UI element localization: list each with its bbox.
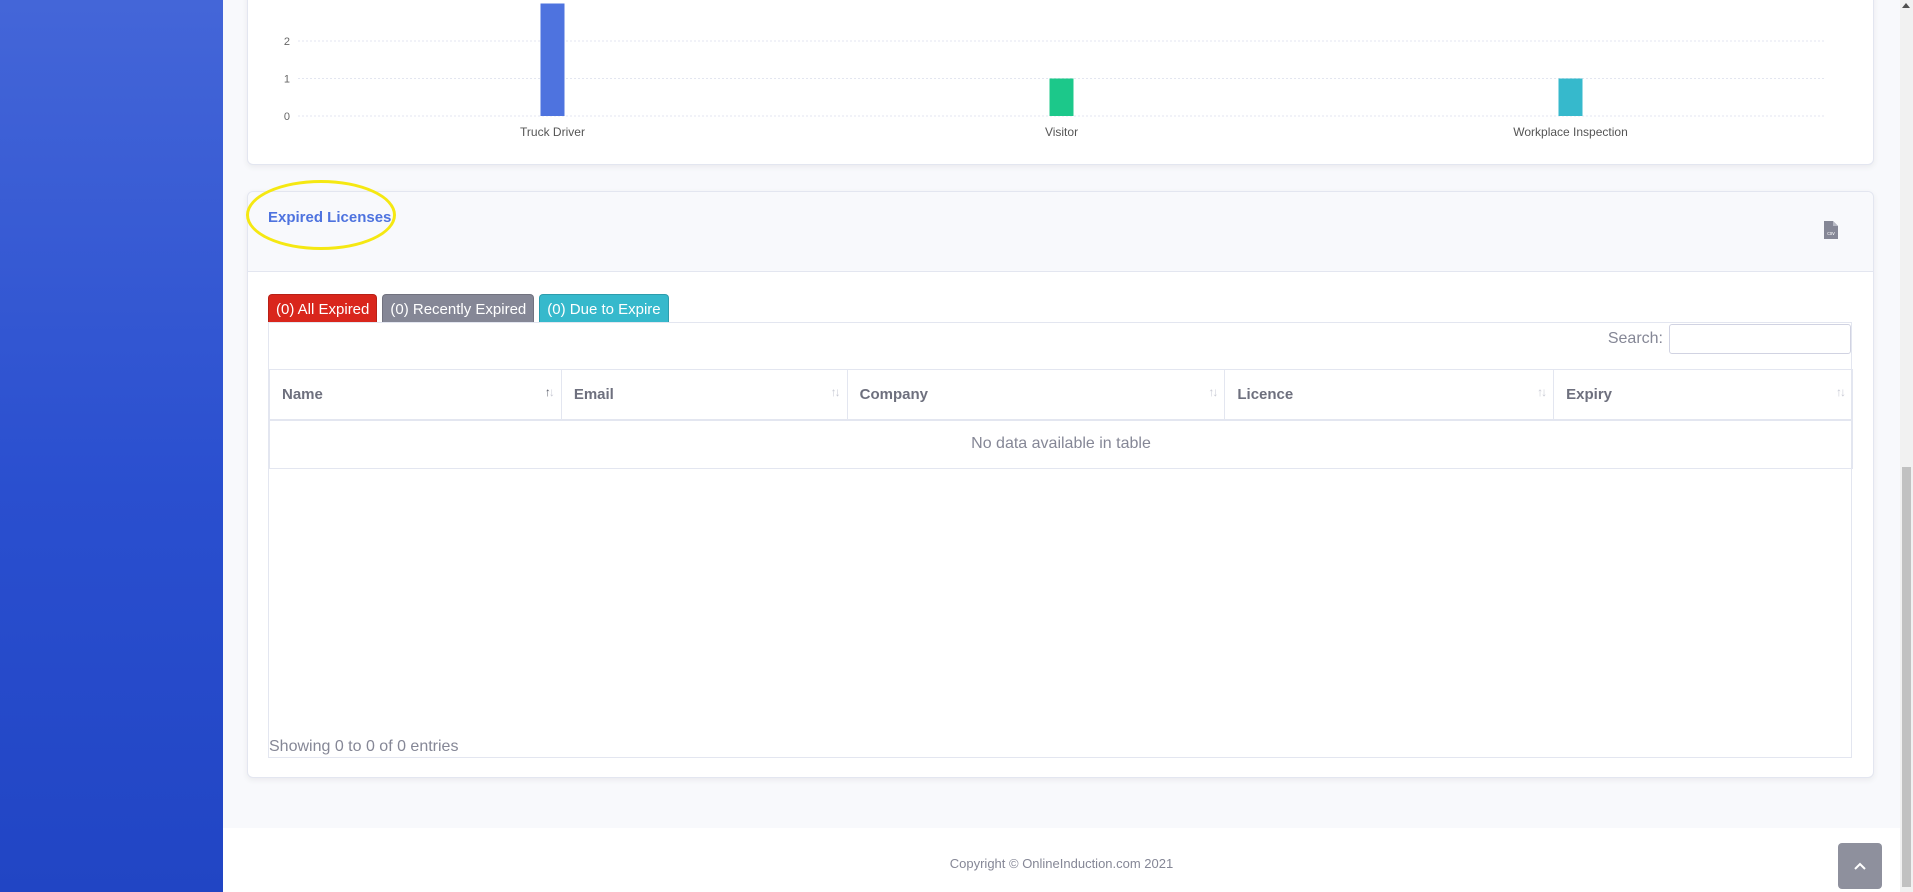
sort-icon: ↑↓ bbox=[1208, 385, 1218, 399]
license-tabs: (0) All Expired (0) Recently Expired (0)… bbox=[268, 294, 669, 323]
svg-text:csv: csv bbox=[1827, 231, 1835, 237]
licenses-table: Name ↑↓ Email ↑↓ Company ↑↓ Licence ↑↓ E… bbox=[269, 369, 1853, 469]
card-header: Expired Licenses csv bbox=[246, 180, 1873, 272]
sort-icon: ↑↓ bbox=[1537, 385, 1547, 399]
tab-recently-expired[interactable]: (0) Recently Expired bbox=[382, 294, 535, 323]
x-tick-label: Visitor bbox=[1045, 125, 1078, 139]
x-tick-label: Truck Driver bbox=[520, 125, 585, 139]
column-label: Email bbox=[573, 385, 614, 403]
scroll-to-top-button[interactable] bbox=[1838, 843, 1882, 889]
chart-card: 0 1 2 Truck Driver Visitor Workplace Inspecti… bbox=[247, 0, 1874, 165]
column-header-expiry[interactable]: Expiry ↑↓ bbox=[1553, 369, 1853, 421]
sort-icon: ↑↓ bbox=[544, 385, 555, 399]
y-tick-label: 1 bbox=[284, 74, 290, 86]
tab-panel: Search: Name ↑↓ Email ↑↓ Company ↑↓ Lice… bbox=[268, 322, 1853, 758]
column-label: Expiry bbox=[1566, 385, 1613, 403]
search-wrap: Search: bbox=[1608, 323, 1851, 355]
tab-due-to-expire[interactable]: (0) Due to Expire bbox=[539, 294, 669, 323]
sort-icon: ↑↓ bbox=[1836, 385, 1846, 399]
column-header-email[interactable]: Email ↑↓ bbox=[560, 369, 848, 421]
empty-message: No data available in table bbox=[269, 419, 1853, 469]
y-tick-label: 0 bbox=[284, 111, 290, 123]
scroll-up-arrow-icon[interactable] bbox=[1902, 3, 1910, 8]
chart-bar[interactable] bbox=[540, 3, 565, 117]
x-tick-label: Workplace Inspection bbox=[1513, 125, 1628, 139]
search-label: Search: bbox=[1607, 330, 1663, 347]
bar-chart: 0 1 2 Truck Driver Visitor Workplace Inspecti… bbox=[284, 3, 1825, 139]
column-header-company[interactable]: Company ↑↓ bbox=[846, 369, 1226, 421]
table-info: Showing 0 to 0 of 0 entries bbox=[269, 738, 459, 755]
card-title: Expired Licenses bbox=[268, 209, 392, 226]
expired-licenses-card: Expired Licenses csv (0) All Expired (0)… bbox=[246, 180, 1874, 778]
tab-all-expired[interactable]: (0) All Expired bbox=[268, 294, 378, 323]
page-scrollbar[interactable] bbox=[1900, 0, 1913, 892]
scrollbar-thumb[interactable] bbox=[1902, 467, 1911, 887]
footer: Copyright © OnlineInduction.com 2021 bbox=[223, 828, 1900, 892]
sort-icon: ↑↓ bbox=[830, 385, 841, 399]
column-header-name[interactable]: Name ↑↓ bbox=[269, 369, 562, 421]
search-input[interactable] bbox=[1669, 324, 1851, 354]
csv-file-icon[interactable]: csv bbox=[1823, 220, 1839, 240]
column-label: Name bbox=[282, 385, 323, 403]
chart-bar[interactable] bbox=[1049, 78, 1074, 117]
y-tick-label: 2 bbox=[284, 36, 290, 48]
column-label: Company bbox=[859, 385, 928, 403]
chevron-up-icon bbox=[1854, 862, 1866, 870]
copyright-text: Copyright © OnlineInduction.com 2021 bbox=[949, 856, 1174, 871]
chart-bar[interactable] bbox=[1558, 78, 1583, 117]
sidebar bbox=[0, 0, 223, 892]
table-header-row: Name ↑↓ Email ↑↓ Company ↑↓ Licence ↑↓ E… bbox=[269, 369, 1853, 421]
column-label: Licence bbox=[1237, 385, 1294, 403]
table-row: No data available in table bbox=[269, 419, 1853, 469]
column-header-licence[interactable]: Licence ↑↓ bbox=[1224, 369, 1555, 421]
